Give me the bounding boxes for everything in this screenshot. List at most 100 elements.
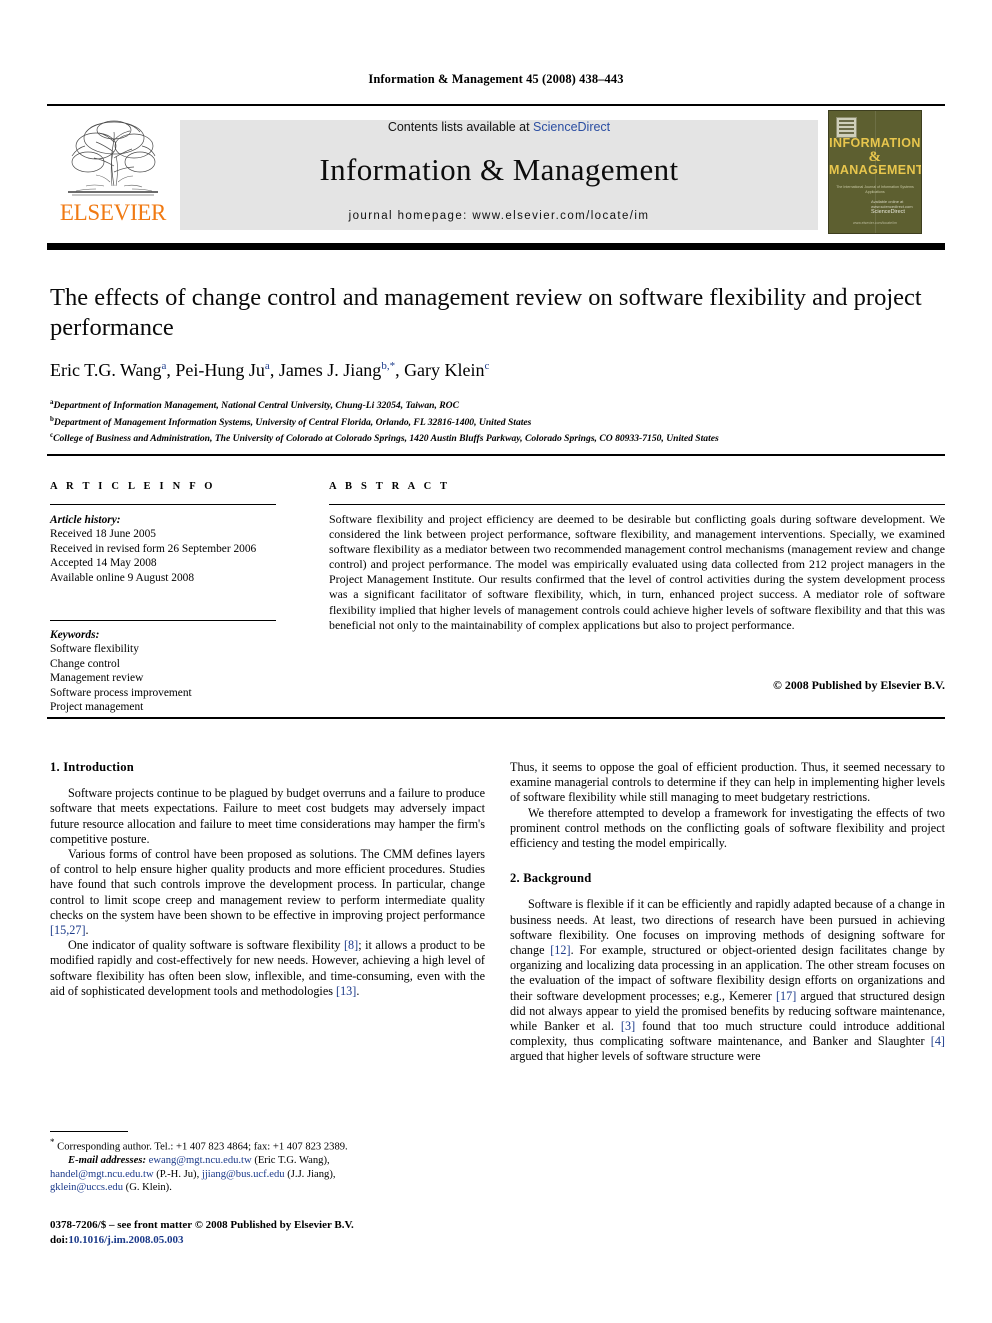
section-heading-introduction: 1. Introduction [50, 760, 134, 774]
keyword-item: Project management [50, 701, 144, 714]
keyword-item: Software flexibility [50, 643, 139, 656]
article-info-heading: A R T I C L E I N F O [50, 481, 216, 492]
abstract-copyright: © 2008 Published by Elsevier B.V. [773, 678, 945, 692]
paragraph-text: argued that higher levels of software st… [510, 1049, 761, 1064]
author-list: Eric T.G. Wanga, Pei-Hung Jua, James J. … [50, 360, 490, 380]
author-mark: b,* [381, 360, 396, 372]
journal-homepage[interactable]: journal homepage: www.elsevier.com/locat… [180, 210, 818, 222]
cover-title-line2: MANAGEMENT [829, 163, 922, 177]
cover-badge-icon [836, 117, 857, 138]
contents-prefix: Contents lists available at [387, 120, 534, 134]
cover-sciencedirect: Available online at www.sciencedirect.co… [871, 199, 917, 215]
email-person: (Eric T.G. Wang) [254, 1155, 328, 1167]
paragraph-text: . [85, 923, 89, 938]
author-name: Gary Klein [404, 360, 485, 380]
footnote-rule [50, 1131, 128, 1133]
paragraph: One indicator of quality software is sof… [50, 938, 485, 999]
paragraph: Various forms of control have been propo… [50, 847, 485, 938]
cover-title: INFORMATION & MANAGEMENT [829, 137, 921, 177]
affiliation-item: aDepartment of Information Management, N… [50, 396, 930, 413]
citation-ref[interactable]: [3] [621, 1019, 635, 1033]
paragraph-text: . [356, 983, 360, 998]
history-item: Received in revised form 26 September 20… [50, 542, 257, 555]
paragraph: Software is flexible if it can be effici… [510, 897, 945, 1064]
footnote-block: * Corresponding author. Tel.: +1 407 823… [50, 1136, 485, 1195]
email-link[interactable]: ewang@mgt.ncu.edu.tw [149, 1155, 252, 1166]
paragraph-text: Various forms of control have been propo… [50, 847, 485, 922]
abstract-bottom-rule [47, 717, 945, 719]
article-info-rule [50, 504, 276, 506]
contents-available-line: Contents lists available at ScienceDirec… [180, 120, 818, 134]
keywords-label: Keywords: [50, 629, 100, 641]
email-line: handel@mgt.ncu.edu.tw (P.-H. Ju), jjiang… [50, 1168, 336, 1180]
citation-ref[interactable]: [17] [776, 989, 796, 1003]
author-mark: c [484, 360, 490, 372]
abstract-rule [329, 504, 945, 506]
doi-line: doi:10.1016/j.im.2008.05.003 [50, 1233, 485, 1248]
abstract-text: Software flexibility and project efficie… [329, 512, 945, 632]
paragraph: We therefore attempted to develop a fram… [510, 805, 945, 851]
cover-sciencedirect-text: ScienceDirect [871, 209, 905, 215]
paper-page: Information & Management 45 (2008) 438–4… [0, 0, 992, 1323]
imprint-block: 0378-7206/$ – see front matter © 2008 Pu… [50, 1218, 485, 1247]
email-person: (P.-H. Ju) [156, 1168, 197, 1180]
email-person: (J.J. Jiang) [287, 1168, 333, 1180]
elsevier-logo: ELSEVIER [52, 112, 174, 232]
running-head: Information & Management 45 (2008) 438–4… [368, 72, 624, 86]
issn-front-matter: 0378-7206/$ – see front matter © 2008 Pu… [50, 1219, 354, 1231]
author-name: James J. Jiang [278, 360, 382, 380]
email-link[interactable]: jjiang@bus.ucf.edu [202, 1169, 285, 1180]
keyword-item: Management review [50, 672, 144, 685]
email-link[interactable]: gklein@uccs.edu [50, 1182, 123, 1193]
author-mark: a [264, 360, 270, 372]
article-history-block: Article history: Received 18 June 2005 R… [50, 513, 282, 585]
email-person: (G. Klein) [125, 1182, 170, 1194]
cover-title-line1: INFORMATION [829, 136, 921, 150]
masthead-bottom-rule [47, 243, 945, 250]
affiliation-text: Department of Information Management, Na… [53, 400, 459, 412]
elsevier-wordmark: ELSEVIER [59, 200, 167, 225]
citation-ref[interactable]: [12] [550, 943, 570, 957]
affiliation-text: College of Business and Administration, … [53, 433, 719, 445]
citation-ref[interactable]: [15,27] [50, 923, 86, 937]
email-line: E-mail addresses: ewang@mgt.ncu.edu.tw (… [68, 1155, 330, 1167]
paragraph: Software projects continue to be plagued… [50, 786, 485, 846]
email-link[interactable]: handel@mgt.ncu.edu.tw [50, 1169, 154, 1180]
page-title: The effects of change control and manage… [50, 284, 922, 341]
author-mark: a [161, 360, 167, 372]
author-name: Pei-Hung Ju [175, 360, 265, 380]
corresponding-author-note: * Corresponding author. Tel.: +1 407 823… [50, 1136, 485, 1154]
section-heading-background: 2. Background [510, 871, 592, 886]
email-line: gklein@uccs.edu (G. Klein). [50, 1182, 172, 1194]
cover-title-amp: & [868, 149, 882, 165]
asterisk-icon: * [50, 1137, 55, 1147]
affiliation-item: cCollege of Business and Administration,… [50, 429, 930, 446]
body-column-right: Thus, it seems to oppose the goal of eff… [510, 760, 945, 1065]
elsevier-tree-icon [68, 120, 158, 196]
citation-ref[interactable]: [4] [931, 1034, 945, 1048]
sciencedirect-link[interactable]: ScienceDirect [533, 120, 610, 134]
cover-available-text: Available online at www.sciencedirect.co… [871, 199, 913, 209]
corresponding-author-text: Corresponding author. Tel.: +1 407 823 4… [57, 1141, 348, 1153]
email-addresses-label: E-mail addresses: [68, 1155, 146, 1167]
masthead-top-rule [47, 104, 945, 106]
keyword-item: Change control [50, 657, 120, 670]
cover-subtitle: The International Journal of Information… [836, 185, 914, 194]
paragraph-text: One indicator of quality software is sof… [68, 938, 344, 953]
citation-ref[interactable]: [13] [336, 984, 356, 998]
authors-bottom-rule [47, 454, 945, 456]
affiliation-text: Department of Management Information Sys… [53, 416, 532, 428]
article-history-label: Article history: [50, 514, 121, 526]
journal-title: Information & Management [319, 152, 679, 187]
abstract-heading: A B S T R A C T [329, 481, 451, 492]
cover-footer-url: www.elsevier.com/locate/im [853, 221, 897, 225]
doi-label: doi: [50, 1233, 69, 1246]
affiliation-item: bDepartment of Management Information Sy… [50, 413, 930, 430]
doi-link[interactable]: 10.1016/j.im.2008.05.003 [68, 1234, 183, 1246]
citation-ref[interactable]: [8] [344, 938, 358, 952]
journal-cover-thumbnail: INFORMATION & MANAGEMENT The Internation… [828, 110, 922, 234]
body-column-left: 1. Introduction Software projects contin… [50, 760, 485, 999]
author-name: Eric T.G. Wang [50, 360, 162, 380]
keywords-block: Keywords: Software flexibility Change co… [50, 628, 282, 714]
keywords-rule [50, 620, 276, 622]
